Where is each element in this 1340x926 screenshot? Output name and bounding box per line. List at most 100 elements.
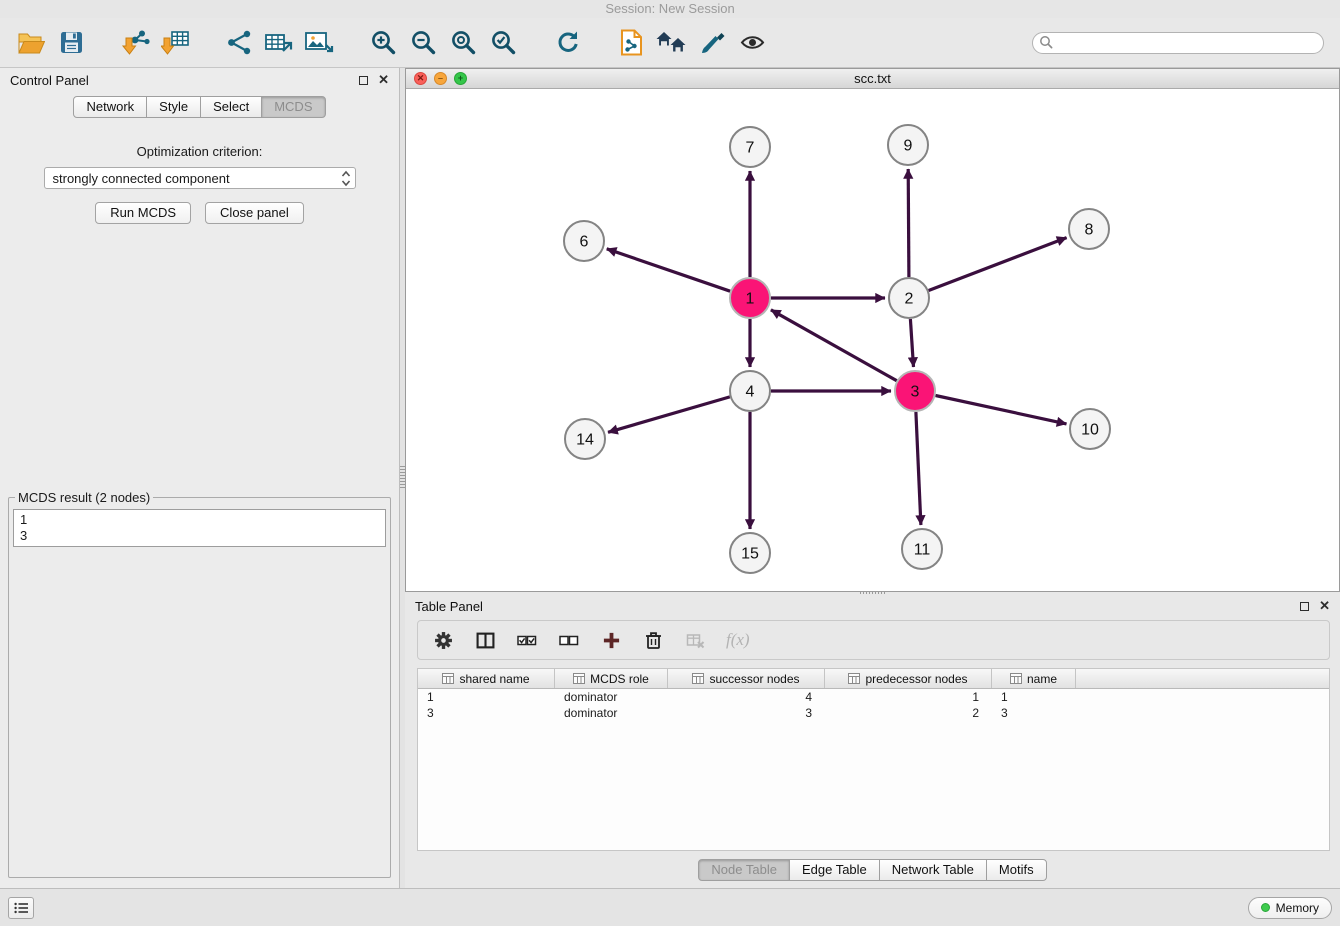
zoom-in-button[interactable]	[368, 25, 398, 61]
table-settings-button[interactable]	[432, 625, 454, 655]
table-body: 1dominator4113dominator323	[418, 689, 1329, 850]
cell-successor-nodes: 3	[668, 705, 825, 721]
zoom-in-icon	[370, 29, 397, 56]
new-network-button[interactable]	[224, 25, 254, 61]
column-header-name[interactable]: name	[992, 669, 1076, 688]
folder-open-icon	[18, 31, 45, 54]
zoom-out-button[interactable]	[408, 25, 438, 61]
mcds-panel: Optimization criterion: strongly connect…	[0, 124, 399, 888]
tab-node-table[interactable]: Node Table	[698, 859, 790, 881]
tab-edge-table[interactable]: Edge Table	[789, 859, 880, 881]
home-button[interactable]	[656, 25, 687, 61]
doc-network-icon	[619, 29, 644, 56]
graph-edge-3-1[interactable]	[771, 310, 897, 381]
clipboard-network-button[interactable]	[616, 25, 646, 61]
column-type-icon	[442, 673, 454, 684]
empty-boxes-icon	[559, 632, 579, 649]
window-zoom-icon[interactable]: +	[454, 72, 467, 85]
right-column: scc.txt ✕ – + 7968124314101511 Table Pan…	[405, 68, 1340, 888]
export-table-button[interactable]	[264, 25, 294, 61]
graph-edge-4-14[interactable]	[608, 397, 730, 432]
control-panel-maximize-icon[interactable]	[359, 76, 368, 85]
delete-column-button[interactable]	[642, 625, 664, 655]
table-panel-tabs: Node TableEdge TableNetwork TableMotifs	[405, 859, 1340, 881]
refresh-button[interactable]	[552, 25, 582, 61]
memory-button[interactable]: Memory	[1248, 897, 1332, 919]
table-panel-maximize-icon[interactable]	[1300, 602, 1309, 611]
save-icon	[60, 31, 83, 54]
tab-network[interactable]: Network	[73, 96, 147, 118]
column-header-mcds-role[interactable]: MCDS role	[555, 669, 668, 688]
close-panel-button[interactable]: Close panel	[205, 202, 304, 224]
control-panel-close-icon[interactable]: ✕	[378, 75, 389, 85]
graph-edge-2-8[interactable]	[929, 238, 1067, 291]
graph-edge-3-10[interactable]	[936, 396, 1067, 424]
toolbar-search	[1032, 32, 1324, 54]
control-panel-header: Control Panel ✕	[0, 68, 399, 92]
cell-predecessor-nodes: 1	[825, 689, 992, 705]
run-mcds-button[interactable]: Run MCDS	[95, 202, 191, 224]
network-graph: 7968124314101511	[406, 89, 1339, 591]
import-network-button[interactable]	[120, 25, 150, 61]
search-input[interactable]	[1032, 32, 1324, 54]
table-row[interactable]: 3dominator323	[418, 705, 1329, 721]
optimization-criterion-select[interactable]: strongly connected component	[44, 167, 356, 189]
mcds-result-list: 1 3	[13, 509, 386, 547]
node-table: shared nameMCDS rolesuccessor nodesprede…	[417, 668, 1330, 851]
tab-motifs[interactable]: Motifs	[986, 859, 1047, 881]
memory-label: Memory	[1276, 901, 1319, 915]
graph-node-label: 8	[1085, 222, 1094, 239]
show-graphics-button[interactable]	[737, 25, 767, 61]
zoom-out-icon	[410, 29, 437, 56]
column-header-shared-name[interactable]: shared name	[418, 669, 555, 688]
zoom-selected-icon	[490, 29, 517, 56]
memory-status-dot	[1261, 903, 1270, 912]
zoom-fit-icon	[450, 29, 477, 56]
combo-stepper-icon	[341, 170, 351, 187]
brush-icon	[699, 29, 726, 56]
window-title: Session: New Session	[605, 1, 734, 16]
column-type-icon	[848, 673, 860, 684]
network-canvas[interactable]: 7968124314101511	[406, 89, 1339, 591]
cell-name: 3	[992, 705, 1076, 721]
plus-icon	[602, 631, 621, 650]
function-builder-button: f(x)	[726, 625, 750, 655]
export-image-button[interactable]	[304, 25, 334, 61]
toggle-columns-button[interactable]	[474, 625, 496, 655]
open-session-button[interactable]	[16, 25, 46, 61]
table-panel-close-icon[interactable]: ✕	[1319, 601, 1330, 611]
save-session-button[interactable]	[56, 25, 86, 61]
column-type-icon	[692, 673, 704, 684]
cell-mcds-role: dominator	[555, 705, 668, 721]
cell-successor-nodes: 4	[668, 689, 825, 705]
zoom-fit-button[interactable]	[448, 25, 478, 61]
tab-network-table[interactable]: Network Table	[879, 859, 987, 881]
main-toolbar	[0, 18, 1340, 68]
add-column-button[interactable]	[600, 625, 622, 655]
optimization-criterion-value: strongly connected component	[53, 171, 230, 186]
graph-edge-1-6[interactable]	[607, 249, 730, 291]
column-header-successor-nodes[interactable]: successor nodes	[668, 669, 825, 688]
tab-select[interactable]: Select	[200, 96, 262, 118]
graph-edge-2-3[interactable]	[910, 319, 913, 367]
import-table-button[interactable]	[160, 25, 190, 61]
window-close-icon[interactable]: ✕	[414, 72, 427, 85]
paint-style-button[interactable]	[697, 25, 727, 61]
control-panel-title: Control Panel	[10, 73, 89, 88]
import-table-icon	[161, 29, 190, 56]
window-minimize-icon[interactable]: –	[434, 72, 447, 85]
graph-edge-3-11[interactable]	[916, 412, 921, 525]
tab-style[interactable]: Style	[146, 96, 201, 118]
table-row[interactable]: 1dominator411	[418, 689, 1329, 705]
select-all-rows-button[interactable]	[516, 625, 538, 655]
window-titlebar: Session: New Session	[0, 0, 1340, 18]
graph-node-label: 1	[746, 291, 755, 308]
table-x-icon	[686, 632, 705, 649]
tab-mcds[interactable]: MCDS	[261, 96, 325, 118]
panel-toggle-button[interactable]	[8, 897, 34, 919]
graph-edge-2-9[interactable]	[908, 169, 909, 277]
column-header-predecessor-nodes[interactable]: predecessor nodes	[825, 669, 992, 688]
zoom-selected-button[interactable]	[488, 25, 518, 61]
deselect-all-rows-button[interactable]	[558, 625, 580, 655]
column-header-filler	[1076, 669, 1329, 688]
